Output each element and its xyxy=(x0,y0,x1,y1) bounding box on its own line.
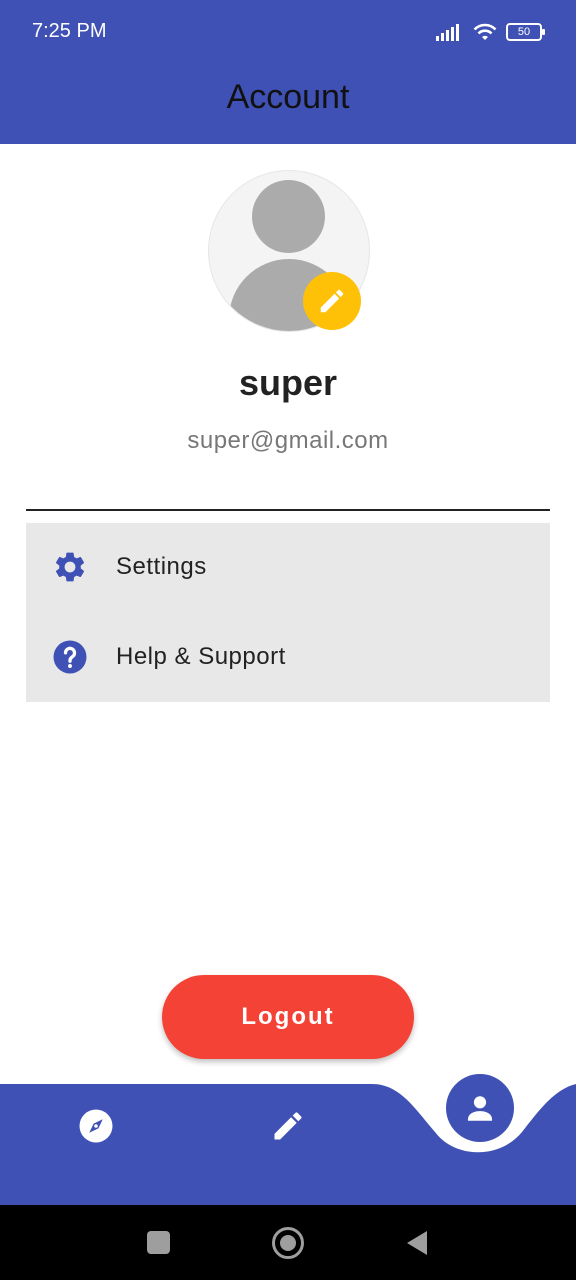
account-menu: Settings Help & Support xyxy=(26,523,550,702)
compass-icon xyxy=(79,1109,113,1143)
nav-account[interactable] xyxy=(446,1074,514,1142)
gear-icon xyxy=(55,552,85,582)
back-icon[interactable] xyxy=(405,1230,429,1256)
signal-icon xyxy=(436,24,459,41)
person-icon xyxy=(467,1096,493,1121)
page-title: Account xyxy=(226,78,350,116)
recents-button[interactable] xyxy=(147,1231,170,1254)
status-bar: 7:25 PM 50 xyxy=(0,0,576,64)
profile-name: super xyxy=(238,362,338,403)
menu-item-settings[interactable]: Settings xyxy=(26,523,550,611)
battery-icon: 50 xyxy=(506,23,545,41)
help-circle-icon xyxy=(53,640,87,674)
logout-button[interactable]: Logout xyxy=(162,975,414,1059)
nav-edit[interactable] xyxy=(268,1104,308,1148)
menu-item-help-support[interactable]: Help & Support xyxy=(26,613,550,701)
nav-explore[interactable] xyxy=(76,1104,116,1148)
wifi-icon xyxy=(473,23,497,40)
edit-avatar-button[interactable] xyxy=(303,272,361,330)
home-button[interactable] xyxy=(272,1227,304,1259)
system-nav-bar xyxy=(0,1205,576,1280)
status-icons: 50 xyxy=(436,20,545,44)
menu-item-label: Help & Support xyxy=(116,643,286,670)
pencil-icon xyxy=(274,1112,302,1140)
avatar-head xyxy=(252,180,325,253)
profile-email: super@gmail.com xyxy=(187,427,389,454)
home-dot xyxy=(280,1235,296,1251)
divider xyxy=(26,509,550,511)
pencil-icon xyxy=(320,289,344,313)
app-bar: 7:25 PM 50 Account xyxy=(0,0,576,144)
menu-item-label: Settings xyxy=(116,553,207,580)
status-time: 7:25 PM xyxy=(32,20,107,42)
